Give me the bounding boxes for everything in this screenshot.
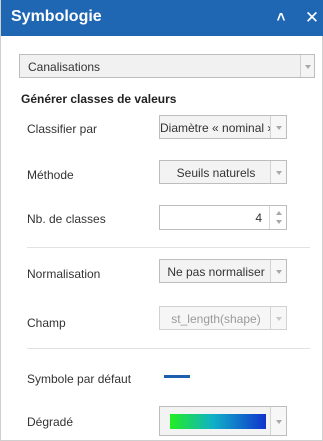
- num-classes-value: 4: [255, 211, 262, 225]
- chevron-down-icon: [276, 420, 282, 424]
- method-select[interactable]: Seuils naturels: [159, 160, 287, 184]
- triangle-up-icon[interactable]: [276, 211, 282, 215]
- gradient-arrow[interactable]: [270, 407, 286, 435]
- field-label: Champ: [27, 316, 66, 330]
- normalization-value: Ne pas normaliser: [167, 265, 265, 279]
- panel-header: Symbologie ˄ ✕: [1, 0, 323, 36]
- normalization-select[interactable]: Ne pas normaliser: [159, 259, 287, 283]
- stepper-divider: [269, 206, 270, 229]
- close-icon[interactable]: ✕: [304, 9, 320, 27]
- chevron-down-icon: [276, 171, 282, 175]
- chevron-down-icon: [305, 65, 311, 69]
- method-arrow[interactable]: [270, 161, 286, 183]
- layer-select[interactable]: Canalisations: [19, 54, 315, 78]
- normalization-arrow[interactable]: [270, 260, 286, 282]
- default-symbol-label: Symbole par défaut: [27, 372, 132, 386]
- num-classes-label: Nb. de classes: [27, 212, 106, 226]
- field-arrow[interactable]: [270, 307, 286, 329]
- method-value: Seuils naturels: [176, 166, 256, 180]
- symbology-panel: Symbologie ˄ ✕ Canalisations Générer cla…: [0, 0, 323, 441]
- triangle-down-icon[interactable]: [276, 220, 282, 224]
- default-symbol-swatch[interactable]: [164, 375, 190, 378]
- chevron-down-icon: [276, 317, 282, 321]
- section-title: Générer classes de valeurs: [21, 92, 177, 106]
- layer-select-arrow[interactable]: [300, 55, 314, 77]
- chevron-down-icon: [276, 270, 282, 274]
- double-chevron-up-icon[interactable]: ˄: [273, 9, 289, 27]
- divider: [27, 348, 310, 349]
- classify-by-label: Classifier par: [27, 122, 98, 136]
- layer-select-value: Canalisations: [28, 60, 101, 74]
- gradient-select[interactable]: [159, 406, 287, 436]
- gradient-ramp: [170, 414, 266, 429]
- normalization-label: Normalisation: [27, 267, 101, 281]
- divider: [27, 247, 310, 248]
- classify-by-arrow[interactable]: [270, 116, 286, 138]
- classify-by-value: Diamètre « nominal »: [160, 121, 272, 135]
- num-classes-stepper[interactable]: 4: [159, 205, 287, 230]
- method-label: Méthode: [27, 168, 74, 182]
- classify-by-select[interactable]: Diamètre « nominal »: [159, 115, 287, 139]
- gradient-label: Dégradé: [27, 415, 74, 429]
- field-value: st_length(shape): [171, 312, 261, 326]
- panel-title: Symbologie: [11, 8, 102, 25]
- chevron-down-icon: [276, 126, 282, 130]
- field-select[interactable]: st_length(shape): [159, 306, 287, 330]
